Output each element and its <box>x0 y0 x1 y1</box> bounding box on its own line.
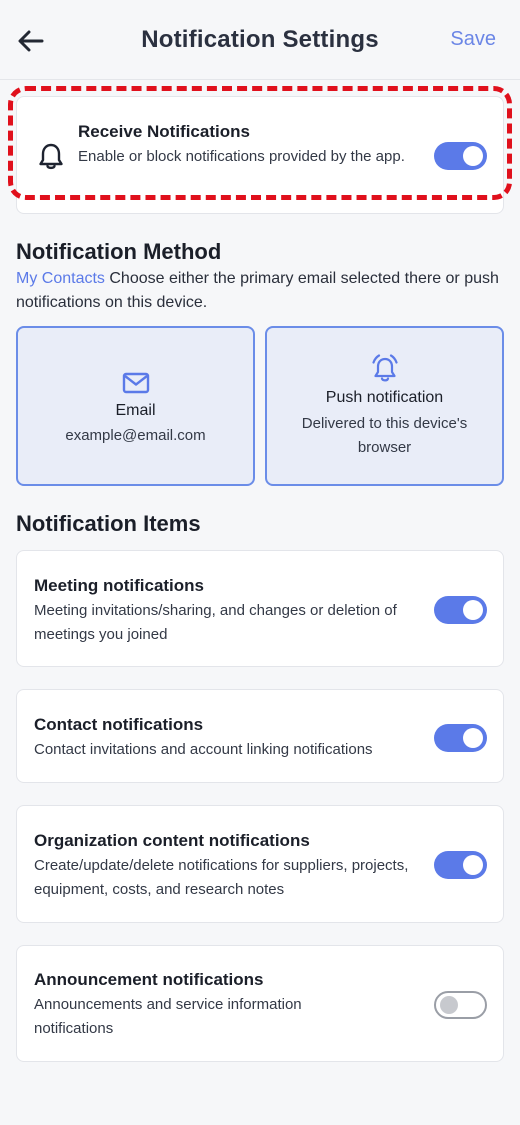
bell-ringing-icon <box>267 353 502 383</box>
toggle-knob <box>463 728 483 748</box>
toggle-knob <box>463 600 483 620</box>
header-bar: Notification Settings Save <box>0 0 520 80</box>
organization-content-notifications-toggle[interactable] <box>434 851 487 879</box>
contact-notifications-title: Contact notifications <box>34 715 204 734</box>
notification-items-heading: Notification Items <box>16 511 201 536</box>
push-option-description: Delivered to this device's browser <box>301 415 468 456</box>
page-title: Notification Settings <box>141 26 379 53</box>
contact-notifications-toggle[interactable] <box>434 724 487 752</box>
meeting-notifications-title: Meeting notifications <box>34 576 204 595</box>
notification-method-heading: Notification Method <box>16 239 222 264</box>
meeting-notifications-toggle[interactable] <box>434 596 487 624</box>
email-option-label: Email <box>115 402 156 419</box>
meeting-notifications-card: Meeting notifications Meeting invitation… <box>16 550 504 667</box>
mail-icon <box>18 372 253 394</box>
announcement-notifications-title: Announcement notifications <box>34 970 264 989</box>
receive-notifications-title: Receive Notifications <box>78 122 250 141</box>
announcement-notifications-toggle[interactable] <box>434 991 487 1019</box>
toggle-knob <box>463 855 483 875</box>
save-button[interactable]: Save <box>450 28 496 51</box>
push-option-label: Push notification <box>325 389 444 406</box>
push-method-option[interactable]: Push notification Delivered to this devi… <box>265 326 504 486</box>
email-option-address: example@email.com <box>65 427 206 444</box>
toggle-knob <box>463 146 483 166</box>
notification-method-description: My Contacts Choose either the primary em… <box>16 267 506 315</box>
bell-icon <box>38 142 64 175</box>
contact-notifications-description: Contact invitations and account linking … <box>34 741 373 758</box>
my-contacts-link[interactable]: My Contacts <box>16 270 105 287</box>
receive-notifications-description: Enable or block notifications provided b… <box>78 148 405 165</box>
receive-notifications-card: Receive Notifications Enable or block no… <box>16 96 504 214</box>
contact-notifications-card: Contact notifications Contact invitation… <box>16 689 504 783</box>
organization-content-notifications-title: Organization content notifications <box>34 831 310 850</box>
toggle-knob <box>440 996 458 1014</box>
organization-content-notifications-description: Create/update/delete notifications for s… <box>34 857 409 898</box>
organization-content-notifications-card: Organization content notifications Creat… <box>16 805 504 923</box>
meeting-notifications-description: Meeting invitations/sharing, and changes… <box>34 602 397 643</box>
receive-notifications-toggle[interactable] <box>434 142 487 170</box>
email-method-option[interactable]: Email example@email.com <box>16 326 255 486</box>
announcement-notifications-description: Announcements and service information no… <box>34 996 302 1037</box>
announcement-notifications-card: Announcement notifications Announcements… <box>16 945 504 1062</box>
